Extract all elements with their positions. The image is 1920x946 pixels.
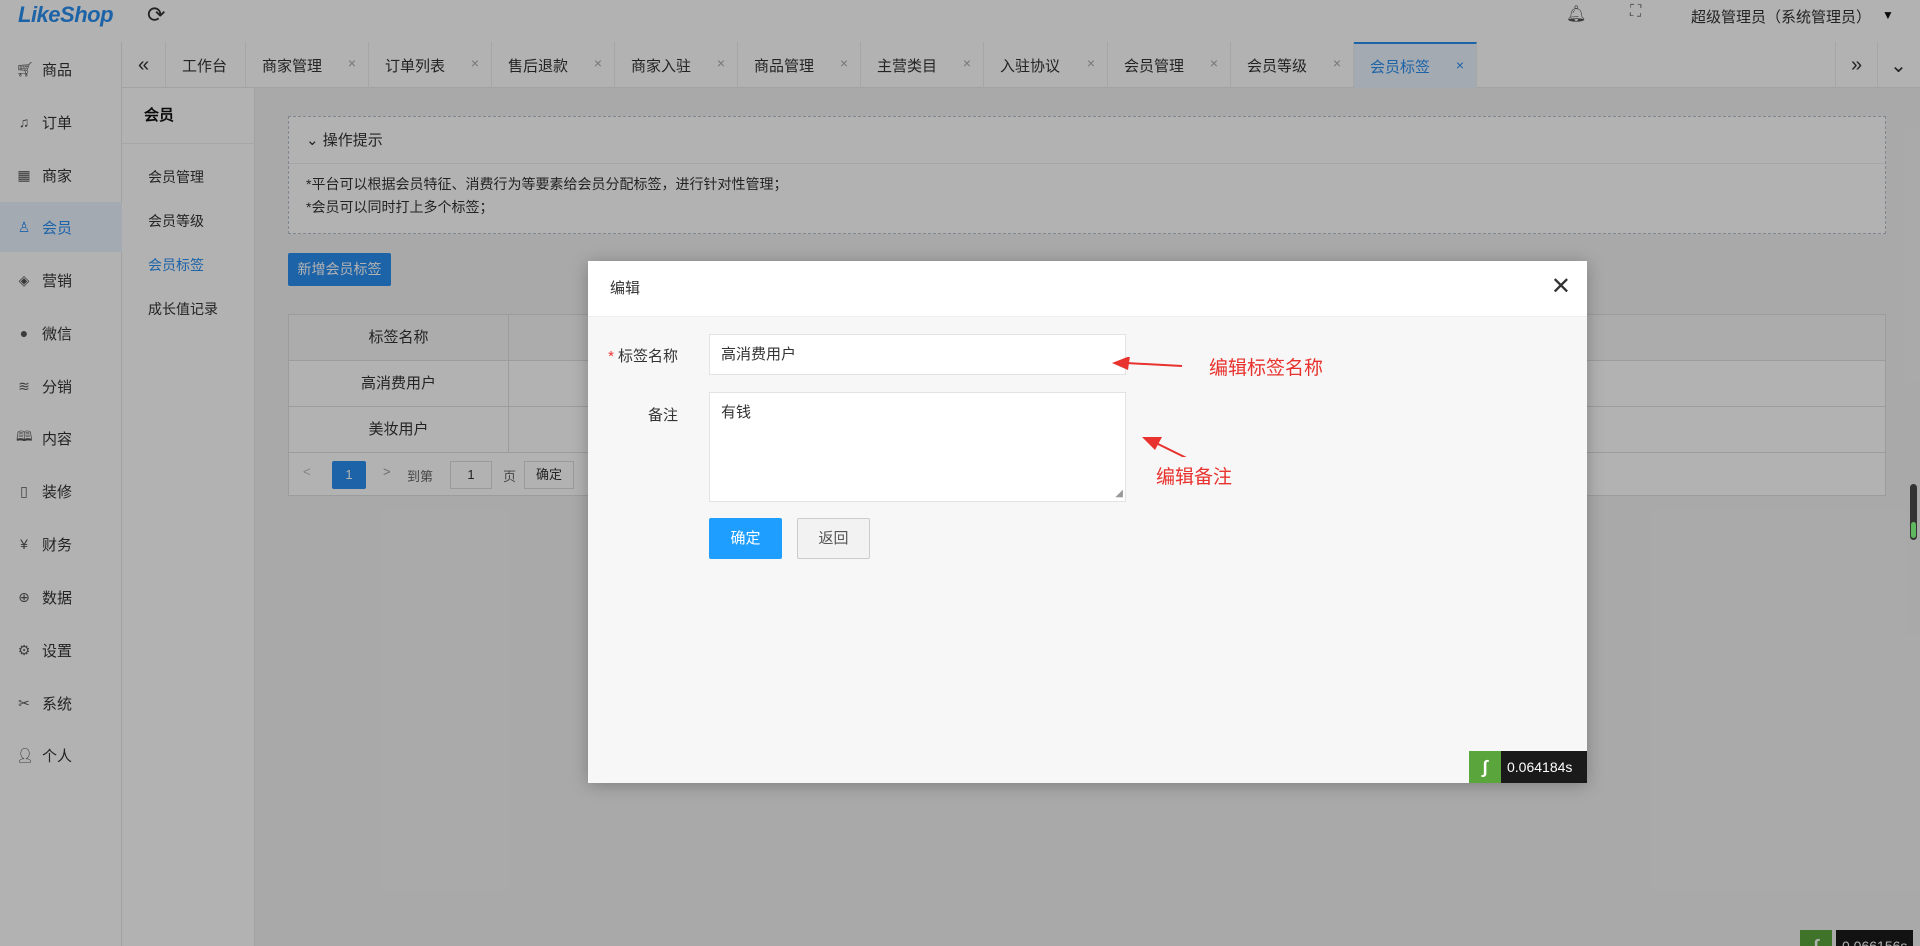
remark-textarea[interactable]: 有钱 ◢ [709,392,1126,502]
debug-timer-icon: ∫ [1469,751,1501,783]
annotation-arrowhead-name [1112,357,1130,370]
back-button[interactable]: 返回 [797,518,870,559]
annotation-name-note: 编辑标签名称 [1209,358,1324,379]
annotation-remark-note: 编辑备注 [1156,467,1233,488]
modal-timer: 0.064184s [1501,751,1587,783]
close-icon[interactable]: ✕ [1551,261,1571,313]
tag-name-input[interactable]: 高消费用户 [709,334,1126,375]
dialog-header: 编辑 ✕ [588,261,1587,317]
required-mark: * [608,348,614,365]
edit-tag-dialog: 编辑 ✕ * 标签名称 高消费用户 备注 有钱 ◢ 确定 返回 编辑标签名称 编辑… [588,261,1587,783]
annotation-arrows [1112,357,1187,457]
dialog-title: 编辑 [610,280,641,297]
confirm-button[interactable]: 确定 [709,518,782,559]
annotation-arrow-name [1125,362,1183,367]
tag-name-label: * 标签名称 [608,348,678,365]
annotation-arrow-remark [1155,442,1187,457]
remark-text: 有钱 [721,404,752,421]
remark-label: 备注 [647,407,678,424]
resize-grip-icon[interactable]: ◢ [1115,488,1123,499]
scroll-indicator[interactable] [1910,484,1917,540]
